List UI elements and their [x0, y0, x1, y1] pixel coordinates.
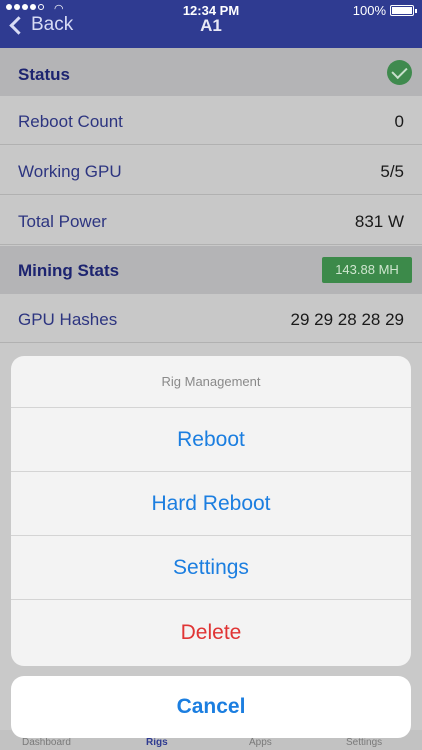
row-value: 0	[394, 112, 404, 131]
tab-rigs[interactable]: Rigs	[146, 737, 168, 748]
row-label: GPU Hashes	[18, 310, 118, 329]
row-value: 831 W	[354, 212, 404, 231]
cancel-button[interactable]: Cancel	[11, 676, 411, 738]
list-item[interactable]: Working GPU 5/5	[0, 146, 422, 195]
mining-section-title: Mining Stats	[18, 261, 120, 280]
tab-dashboard[interactable]: Dashboard	[22, 737, 71, 748]
list-item[interactable]: Total Power 831 W	[0, 196, 422, 245]
action-sheet: Rig Management Reboot Hard Reboot Settin…	[11, 356, 411, 666]
list-item[interactable]: GPU Hashes 29 29 28 28 29	[0, 294, 422, 343]
row-label: Total Power	[18, 212, 107, 231]
navigation-bar: ◠ 12:34 PM 100% Back A1	[0, 0, 422, 48]
battery-icon	[390, 5, 417, 16]
hard-reboot-button[interactable]: Hard Reboot	[11, 472, 411, 536]
tab-settings[interactable]: Settings	[346, 737, 382, 748]
status-section-header: Status	[0, 48, 422, 96]
row-value: 29 29 28 28 29	[290, 310, 404, 329]
row-value: 5/5	[380, 162, 404, 181]
row-label: Working GPU	[18, 162, 122, 181]
row-label: Reboot Count	[18, 112, 123, 131]
tab-apps[interactable]: Apps	[249, 737, 272, 748]
page-title: A1	[200, 16, 222, 35]
action-sheet-title: Rig Management	[11, 356, 411, 408]
hashrate-badge: 143.88 MH	[322, 257, 412, 283]
status-section-title: Status	[18, 65, 70, 84]
checkmark-icon	[387, 60, 412, 85]
reboot-button[interactable]: Reboot	[11, 408, 411, 472]
settings-button[interactable]: Settings	[11, 536, 411, 600]
list-item[interactable]: Reboot Count 0	[0, 96, 422, 145]
delete-button[interactable]: Delete	[11, 601, 411, 665]
